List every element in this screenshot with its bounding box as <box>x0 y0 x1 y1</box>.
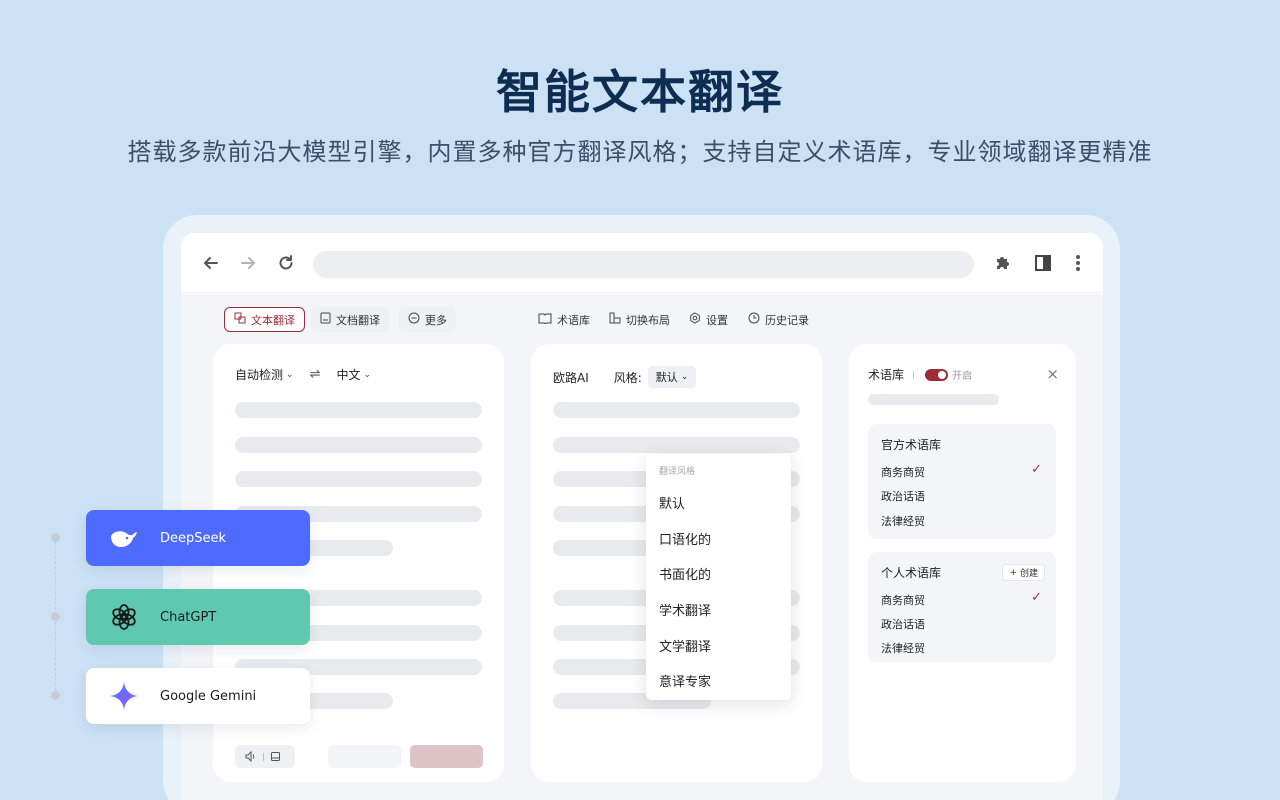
openai-icon <box>106 599 142 635</box>
glossary-item[interactable]: 法律经贸 <box>881 640 925 656</box>
placeholder-line <box>553 402 800 418</box>
style-label: 风格: <box>613 370 642 385</box>
chevron-down-icon: ⌄ <box>680 372 689 382</box>
settings-icon <box>689 312 701 327</box>
glossary-item[interactable]: 商务商贸 <box>881 464 925 480</box>
more-circle-icon <box>408 312 420 327</box>
style-select[interactable]: 默认 ⌄ <box>647 366 697 388</box>
clear-button[interactable] <box>328 745 401 768</box>
glossary-item[interactable]: 政治话语 <box>881 616 925 632</box>
speaker-icon[interactable] <box>245 747 257 766</box>
checkmark-icon: ✓ <box>1031 462 1042 477</box>
glossary-item[interactable]: 商务商贸 <box>881 592 925 608</box>
style-option-academic[interactable]: 学术翻译 <box>659 600 711 619</box>
tool-label: 设置 <box>706 313 728 327</box>
side-panel-icon[interactable] <box>1031 251 1055 275</box>
placeholder-line <box>235 402 482 418</box>
toggle-label: 开启 <box>952 371 973 382</box>
document-icon <box>320 312 331 327</box>
translate-button[interactable] <box>410 745 483 768</box>
tab-more[interactable]: 更多 <box>399 307 456 332</box>
model-card-deepseek[interactable]: DeepSeek <box>86 510 310 566</box>
glossary-toggle[interactable] <box>925 368 949 381</box>
tool-switch-layout[interactable]: 切换布局 <box>609 307 670 332</box>
tab-label: 文档翻译 <box>336 313 380 327</box>
create-label: 创建 <box>1019 569 1038 579</box>
timeline-dot <box>51 533 60 542</box>
style-dropdown-menu: 翻译风格 默认 口语化的 书面化的 学术翻译 文学翻译 意译专家 <box>646 454 791 700</box>
tab-label: 更多 <box>425 313 447 327</box>
tool-glossary[interactable]: 术语库 <box>538 307 590 332</box>
close-icon[interactable]: × <box>1046 367 1059 382</box>
swap-icon[interactable]: ⇌ <box>310 367 321 382</box>
placeholder-line <box>235 471 482 487</box>
timeline-dot <box>51 612 60 621</box>
model-name: ChatGPT <box>160 609 217 625</box>
tab-text-translate[interactable]: 文本翻译 <box>224 307 305 332</box>
target-language-select[interactable]: 中文 <box>336 366 360 383</box>
address-bar[interactable] <box>313 251 974 278</box>
glossary-panel: 术语库 开启 × 官方术语库 商务商贸 ✓ 政治话语 法律经贸 个人术语库 + <box>849 344 1076 782</box>
reload-icon[interactable] <box>274 251 298 275</box>
text-translate-icon <box>234 312 246 327</box>
style-option-literary[interactable]: 文学翻译 <box>659 636 711 655</box>
personal-glossary-card: 个人术语库 + 创建 商务商贸 ✓ 政治话语 法律经贸 <box>868 552 1056 662</box>
chevron-down-icon[interactable]: ⌄ <box>286 370 294 380</box>
glossary-title: 术语库 <box>868 368 905 382</box>
model-name: Google Gemini <box>160 688 257 704</box>
official-glossary-card: 官方术语库 商务商贸 ✓ 政治话语 法律经贸 <box>868 424 1056 539</box>
style-option-default[interactable]: 默认 <box>659 493 685 512</box>
model-card-chatgpt[interactable]: ChatGPT <box>86 589 310 645</box>
language-selector: 自动检测 ⌄ ⇌ 中文 ⌄ <box>235 366 371 383</box>
source-language-select[interactable]: 自动检测 <box>235 366 283 383</box>
layout-icon <box>609 312 621 327</box>
gemini-star-icon <box>106 678 142 714</box>
browser-toolbar <box>181 233 1103 293</box>
model-name: DeepSeek <box>160 530 227 546</box>
engine-name[interactable]: 欧路AI <box>553 369 589 386</box>
back-arrow-icon[interactable] <box>199 251 223 275</box>
tab-label: 文本翻译 <box>251 313 295 327</box>
puzzle-icon[interactable] <box>991 251 1015 275</box>
placeholder-line <box>868 394 999 405</box>
glossary-item[interactable]: 政治话语 <box>881 488 925 504</box>
tool-label: 切换布局 <box>626 313 670 327</box>
plus-icon: + <box>1009 567 1017 578</box>
chevron-down-icon[interactable]: ⌄ <box>363 370 371 380</box>
deepseek-whale-icon <box>106 520 142 556</box>
placeholder-line <box>553 437 800 453</box>
book-icon <box>538 312 552 327</box>
model-card-gemini[interactable]: Google Gemini <box>86 668 310 724</box>
style-option-colloquial[interactable]: 口语化的 <box>659 529 711 548</box>
glossary-header: 术语库 开启 <box>868 366 972 383</box>
create-glossary-button[interactable]: + 创建 <box>1002 564 1045 581</box>
hero-subtitle: 搭载多款前沿大模型引擎，内置多种官方翻译风格；支持自定义术语库，专业领域翻译更精… <box>127 138 1153 166</box>
dropdown-header: 翻译风格 <box>659 467 696 477</box>
personal-glossary-title: 个人术语库 <box>881 566 942 580</box>
browser-window: 文本翻译 文档翻译 更多 术语库 切换布局 设置 历史记录 自动检测 ⌄ ⇌ 中… <box>181 233 1103 800</box>
hero-title: 智能文本翻译 <box>496 65 784 119</box>
tab-doc-translate[interactable]: 文档翻译 <box>311 307 389 332</box>
tool-settings[interactable]: 设置 <box>689 307 728 332</box>
official-glossary-title: 官方术语库 <box>881 438 942 452</box>
style-option-formal[interactable]: 书面化的 <box>659 564 711 583</box>
style-select-value: 默认 <box>655 371 678 384</box>
style-option-free-translation[interactable]: 意译专家 <box>659 671 711 690</box>
checkmark-icon: ✓ <box>1031 590 1042 605</box>
placeholder-line <box>235 437 482 453</box>
forward-arrow-icon[interactable] <box>236 251 260 275</box>
tool-history[interactable]: 历史记录 <box>748 307 809 332</box>
glossary-item[interactable]: 法律经贸 <box>881 513 925 529</box>
tool-label: 历史记录 <box>765 313 809 327</box>
translator-app: 文本翻译 文档翻译 更多 术语库 切换布局 设置 历史记录 自动检测 ⌄ ⇌ 中… <box>181 294 1103 800</box>
timeline-dot <box>51 691 60 700</box>
app-topbar: 文本翻译 文档翻译 更多 术语库 切换布局 设置 历史记录 <box>181 294 1103 344</box>
clock-icon <box>748 312 760 327</box>
copy-icon[interactable] <box>270 747 281 766</box>
tool-label: 术语库 <box>557 313 590 327</box>
kebab-menu-icon[interactable] <box>1066 251 1090 275</box>
input-tools <box>235 745 295 768</box>
engine-row: 欧路AI 风格: 默认 ⌄ <box>553 366 697 388</box>
